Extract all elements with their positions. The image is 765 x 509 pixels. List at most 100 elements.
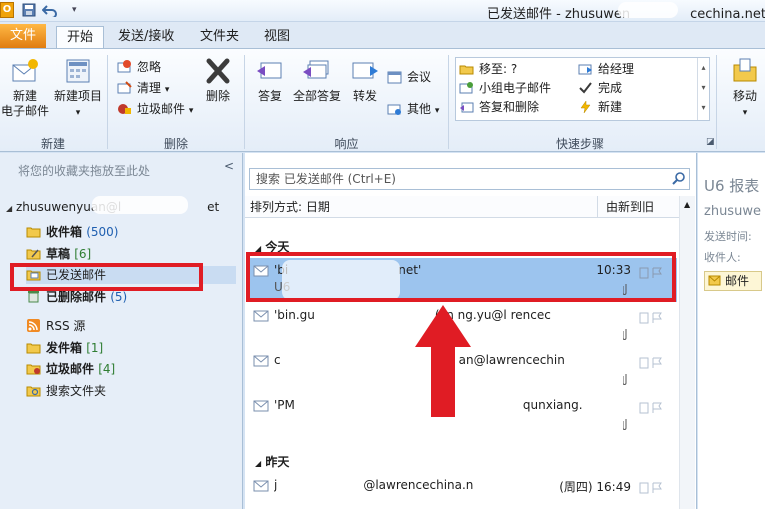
outlook-app-icon[interactable]: O [0,2,14,18]
reading-sent-label: 发送时间: [704,230,752,243]
undo-icon[interactable] [41,3,58,20]
new-email-button[interactable]: 新建 电子邮件 [0,57,50,119]
more-respond-icon [387,104,401,115]
reading-to-label: 收件人: [704,251,741,264]
quickstep-move-to[interactable]: 移至: ? [459,60,517,78]
attachment-icon [623,419,627,430]
customize-quick-access-icon[interactable]: ▾ [72,5,77,15]
junk-folder-icon [26,364,41,375]
highlight-selected-mail [246,252,676,302]
folder-junk[interactable]: 垃圾邮件 [4] [26,360,115,378]
collapse-pane-icon[interactable]: < [224,159,234,173]
category-flag-icon[interactable] [639,481,663,495]
quickstep-to-manager[interactable]: 给经理 [578,60,634,78]
new-email-icon [12,59,38,82]
delete-x-icon [206,58,230,84]
mail-tab-icon [708,275,721,286]
save-icon[interactable] [22,3,36,20]
reply-delete-icon [460,102,474,113]
expand-triangle-icon[interactable]: ◢ [6,204,12,213]
search-input[interactable]: 搜索 已发送邮件 (Ctrl+E) [249,168,690,190]
group-label-quicksteps: 快速步骤 [555,137,604,151]
forward-button[interactable]: 转发 [348,57,382,104]
sent-mail-icon [253,400,269,412]
mail-row[interactable]: j @lawrencechina.n (周四) 16:49 [247,473,677,509]
ignore-button[interactable]: 忽略 [117,58,161,76]
folder-drafts[interactable]: 草稿 [6] [26,245,91,263]
move-button[interactable]: 移动 ▾ [726,57,764,121]
quick-steps-gallery: 移至: ? 小组电子邮件 答复和删除 给经理 完成 新建 ▴ ▾ ▾ [455,57,710,121]
team-email-icon [459,82,473,94]
reading-pane: U6 报表 zhusuwe 发送时间: 收件人: 邮件 [698,153,765,509]
more-respond-button[interactable]: 其他 ▾ [387,100,439,118]
move-to-folder-icon [459,65,474,75]
sort-bar: 排列方式: 日期 由新到旧 [245,196,679,218]
reply-icon [257,62,282,79]
new-items-button[interactable]: 新建项目 ▾ [52,57,104,121]
tab-send-receive[interactable]: 发送/接收 [108,26,184,48]
to-manager-icon [578,64,592,75]
delete-button[interactable]: 删除 [200,57,236,104]
attachment-icon [623,329,627,340]
search-icon[interactable] [671,171,687,187]
folder-search[interactable]: 搜索文件夹 [26,382,106,400]
category-flag-icon[interactable] [639,311,663,325]
quick-steps-scroll[interactable]: ▴ ▾ ▾ [697,58,709,120]
tab-file[interactable]: 文件 [0,24,46,48]
quickstep-done[interactable]: 完成 [578,79,622,97]
ignore-icon [117,60,131,73]
junk-button[interactable]: 垃圾邮件 ▾ [117,100,193,118]
meeting-icon [387,71,402,84]
deleted-items-icon [28,291,39,303]
cleanup-icon [117,81,132,94]
move-folder-icon [733,58,757,82]
sort-order[interactable]: 由新到旧 [597,196,679,218]
attachment-icon [623,374,627,385]
favorites-drop-hint: 将您的收藏夹拖放至此处 [18,164,151,178]
mail-list-scrollbar[interactable]: ▲ [679,196,695,509]
sort-by-date[interactable]: 排列方式: 日期 [250,196,330,218]
new-items-icon [66,59,90,83]
tab-folder[interactable]: 文件夹 [190,26,249,48]
checkmark-icon [579,82,592,94]
sent-mail-icon [253,355,269,367]
drafts-icon [26,249,41,260]
group-separator [716,55,717,149]
lightning-icon [580,100,591,114]
collapse-triangle-icon: ◢ [255,459,262,468]
folder-outbox[interactable]: 发件箱 [1] [26,339,103,357]
sent-mail-icon [253,310,269,322]
redaction-mark [92,196,188,214]
reading-sender: zhusuwe [704,204,761,219]
highlight-sent-folder [10,263,203,291]
folder-rss[interactable]: RSS 源 [26,317,85,335]
red-up-arrow-icon [415,305,471,417]
group-label-new: 新建 [40,137,65,151]
dialog-launcher-icon[interactable]: ◪ [706,137,715,147]
quickstep-create-new[interactable]: 新建 [578,98,622,116]
group-label-respond: 响应 [334,137,359,151]
ribbon: 新建 电子邮件 新建项目 ▾ 新建 忽略 清理 ▾ 垃圾邮件 ▾ 删除 删除 答复… [0,48,765,152]
group-label-delete: 删除 [163,137,188,151]
category-flag-icon[interactable] [639,356,663,370]
scroll-up-icon[interactable]: ▲ [684,200,690,209]
folder-inbox[interactable]: 收件箱 (500) [26,223,118,241]
forward-icon [352,62,378,79]
inbox-icon [26,227,41,238]
quickstep-team-email[interactable]: 小组电子邮件 [459,79,551,97]
reading-subject: U6 报表 [704,177,760,195]
junk-icon [118,104,131,114]
reply-all-button[interactable]: 全部答复 [290,57,344,104]
cleanup-button[interactable]: 清理 ▾ [117,79,169,97]
redaction-mark [618,2,678,18]
rss-icon [27,319,40,332]
quickstep-reply-delete[interactable]: 答复和删除 [459,98,539,116]
reply-button[interactable]: 答复 [252,57,288,104]
reading-mail-tab[interactable]: 邮件 [704,271,762,291]
group-header-yesterday[interactable]: ◢ 昨天 [255,453,289,470]
ribbon-tabs: 文件 开始 发送/接收 文件夹 视图 [0,22,765,48]
tab-home[interactable]: 开始 [56,26,105,48]
tab-view[interactable]: 视图 [254,26,300,48]
meeting-button[interactable]: 会议 [387,68,431,86]
category-flag-icon[interactable] [639,401,663,415]
